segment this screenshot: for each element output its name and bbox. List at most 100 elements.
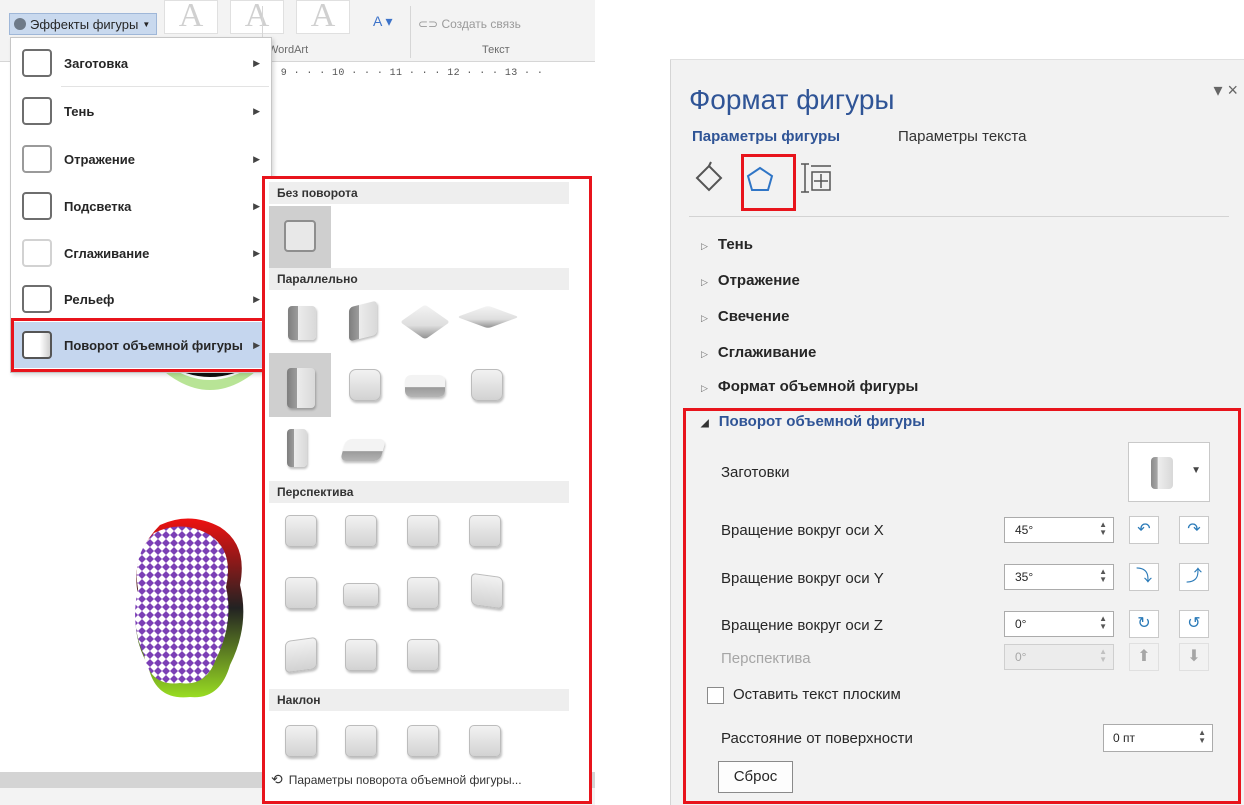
create-link-label: Создать связь — [441, 17, 521, 31]
perspective-thumb-2[interactable] — [345, 515, 377, 547]
tab-text-options[interactable]: Параметры текста — [898, 128, 1026, 145]
oblique-thumb-4[interactable] — [469, 725, 501, 757]
highlight-box-menu — [11, 318, 266, 372]
perspective-thumb-6[interactable] — [343, 583, 379, 607]
shape-effects-icon — [14, 18, 26, 30]
shadow-thumb-icon — [22, 97, 52, 125]
menu-item-reflection[interactable]: Отражение ▶ — [12, 136, 270, 182]
menu-item-label: Отражение — [64, 151, 135, 167]
word-window: Эффекты фигуры ▼ A A A A ▾ ⊂⊃ Создать св… — [0, 0, 595, 805]
link-icon: ⊂⊃ — [418, 17, 442, 31]
menu-item-preset[interactable]: Заготовка ▶ — [12, 40, 270, 86]
layout-size-icon[interactable] — [801, 163, 831, 193]
rotation-options-link[interactable]: ⟲ Параметры поворота объемной фигуры... — [271, 771, 522, 788]
section-label: Тень — [717, 236, 753, 253]
document-flower-shape — [135, 518, 244, 698]
shape-effects-button[interactable]: Эффекты фигуры ▼ — [9, 13, 157, 35]
parallel-thumb-6[interactable] — [349, 369, 381, 401]
section-label: Сглаживание — [717, 344, 817, 361]
section-shadow[interactable]: ▷ Тень — [701, 236, 753, 253]
menu-item-label: Тень — [64, 103, 95, 119]
parallel-thumb-3[interactable] — [400, 304, 450, 340]
expand-triangle-icon: ▷ — [701, 241, 708, 251]
section-3d-format[interactable]: ▷ Формат объемной фигуры — [701, 378, 918, 395]
text-effects-button[interactable]: A ▾ — [373, 13, 392, 30]
perspective-thumb-11[interactable] — [407, 639, 439, 671]
perspective-thumb-5[interactable] — [285, 577, 317, 609]
soft-edges-thumb-icon — [22, 239, 52, 267]
parallel-thumb-7[interactable] — [405, 375, 445, 397]
section-label: Отражение — [717, 272, 800, 289]
highlight-box-rotation-section — [683, 408, 1241, 804]
gallery-section-parallel: Параллельно — [269, 268, 569, 290]
section-reflection[interactable]: ▷ Отражение — [701, 272, 800, 289]
chevron-right-icon: ▶ — [253, 200, 260, 211]
shape-effects-label: Эффекты фигуры — [30, 16, 139, 32]
chevron-right-icon: ▶ — [253, 153, 260, 164]
gallery-section-no-rotation: Без поворота — [269, 182, 569, 204]
section-label: Свечение — [717, 308, 790, 325]
wordart-style-2[interactable]: A — [230, 0, 284, 34]
oblique-thumb-1[interactable] — [285, 725, 317, 757]
wordart-style-1[interactable]: A — [164, 0, 218, 34]
perspective-thumb-10[interactable] — [345, 639, 377, 671]
parallel-thumb-8[interactable] — [471, 369, 503, 401]
expand-triangle-icon: ▷ — [701, 277, 708, 287]
tab-shape-options[interactable]: Параметры фигуры — [692, 128, 840, 145]
oblique-thumb-2[interactable] — [345, 725, 377, 757]
chevron-down-icon: ▼ — [142, 19, 151, 29]
menu-item-label: Рельеф — [64, 291, 115, 307]
perspective-thumb-9[interactable] — [285, 636, 317, 674]
create-link-button[interactable]: ⊂⊃ Создать связь — [418, 17, 521, 31]
highlight-box-effects-icon — [741, 154, 796, 211]
perspective-thumb-3[interactable] — [407, 515, 439, 547]
menu-item-bevel[interactable]: Рельеф ▶ — [12, 276, 270, 322]
preset-thumb-icon — [22, 49, 52, 77]
glow-thumb-icon — [22, 192, 52, 220]
section-glow[interactable]: ▷ Свечение — [701, 308, 789, 325]
chevron-right-icon: ▶ — [253, 57, 260, 68]
menu-item-soft-edges[interactable]: Сглаживание ▶ — [12, 230, 270, 276]
menu-item-shadow[interactable]: Тень ▶ — [12, 88, 270, 134]
expand-triangle-icon: ▷ — [701, 349, 708, 359]
gallery-section-perspective: Перспектива — [269, 481, 569, 503]
menu-item-label: Сглаживание — [64, 245, 150, 261]
menu-item-label: Подсветка — [64, 198, 132, 214]
perspective-thumb-7[interactable] — [407, 577, 439, 609]
ribbon-divider — [410, 6, 411, 58]
rotation-gallery: Без поворота Параллельно Перспектива Нак… — [262, 176, 592, 804]
parallel-thumb-9[interactable] — [287, 429, 307, 467]
section-label: Формат объемной фигуры — [717, 378, 919, 395]
parallel-thumb-10[interactable] — [340, 439, 386, 461]
oblique-thumb-3[interactable] — [407, 725, 439, 757]
chevron-right-icon: ▶ — [253, 247, 260, 258]
gallery-section-oblique: Наклон — [269, 689, 569, 711]
perspective-thumb-8[interactable] — [471, 572, 503, 610]
no-rotation-thumb[interactable] — [284, 220, 316, 252]
expand-triangle-icon: ▷ — [701, 383, 708, 393]
rotation-options-icon: ⟲ — [271, 771, 283, 787]
fill-line-icon[interactable] — [695, 161, 723, 192]
menu-item-glow[interactable]: Подсветка ▶ — [12, 183, 270, 229]
pane-title: Формат фигуры — [689, 84, 895, 115]
section-soft-edges[interactable]: ▷ Сглаживание — [701, 344, 816, 361]
reflection-thumb-icon — [22, 145, 52, 173]
parallel-thumb-5[interactable] — [287, 368, 315, 408]
rotation-options-label: Параметры поворота объемной фигуры... — [288, 772, 522, 787]
menu-item-label: Заготовка — [64, 55, 129, 71]
expand-triangle-icon: ▷ — [701, 313, 708, 323]
perspective-thumb-1[interactable] — [285, 515, 317, 547]
pane-top-strip — [670, 42, 1244, 60]
pane-close-controls[interactable]: ▾ × — [1213, 80, 1238, 101]
group-label-wordart: WordArt — [268, 44, 309, 56]
chevron-right-icon: ▶ — [253, 105, 260, 116]
group-label-text: Текст — [482, 44, 510, 56]
pane-divider — [689, 216, 1229, 217]
menu-divider — [61, 86, 269, 87]
perspective-thumb-4[interactable] — [469, 515, 501, 547]
parallel-thumb-4[interactable] — [456, 305, 520, 329]
wordart-style-3[interactable]: A — [296, 0, 350, 34]
parallel-thumb-1[interactable] — [288, 306, 316, 340]
bevel-thumb-icon — [22, 285, 52, 313]
parallel-thumb-2[interactable] — [349, 300, 377, 342]
